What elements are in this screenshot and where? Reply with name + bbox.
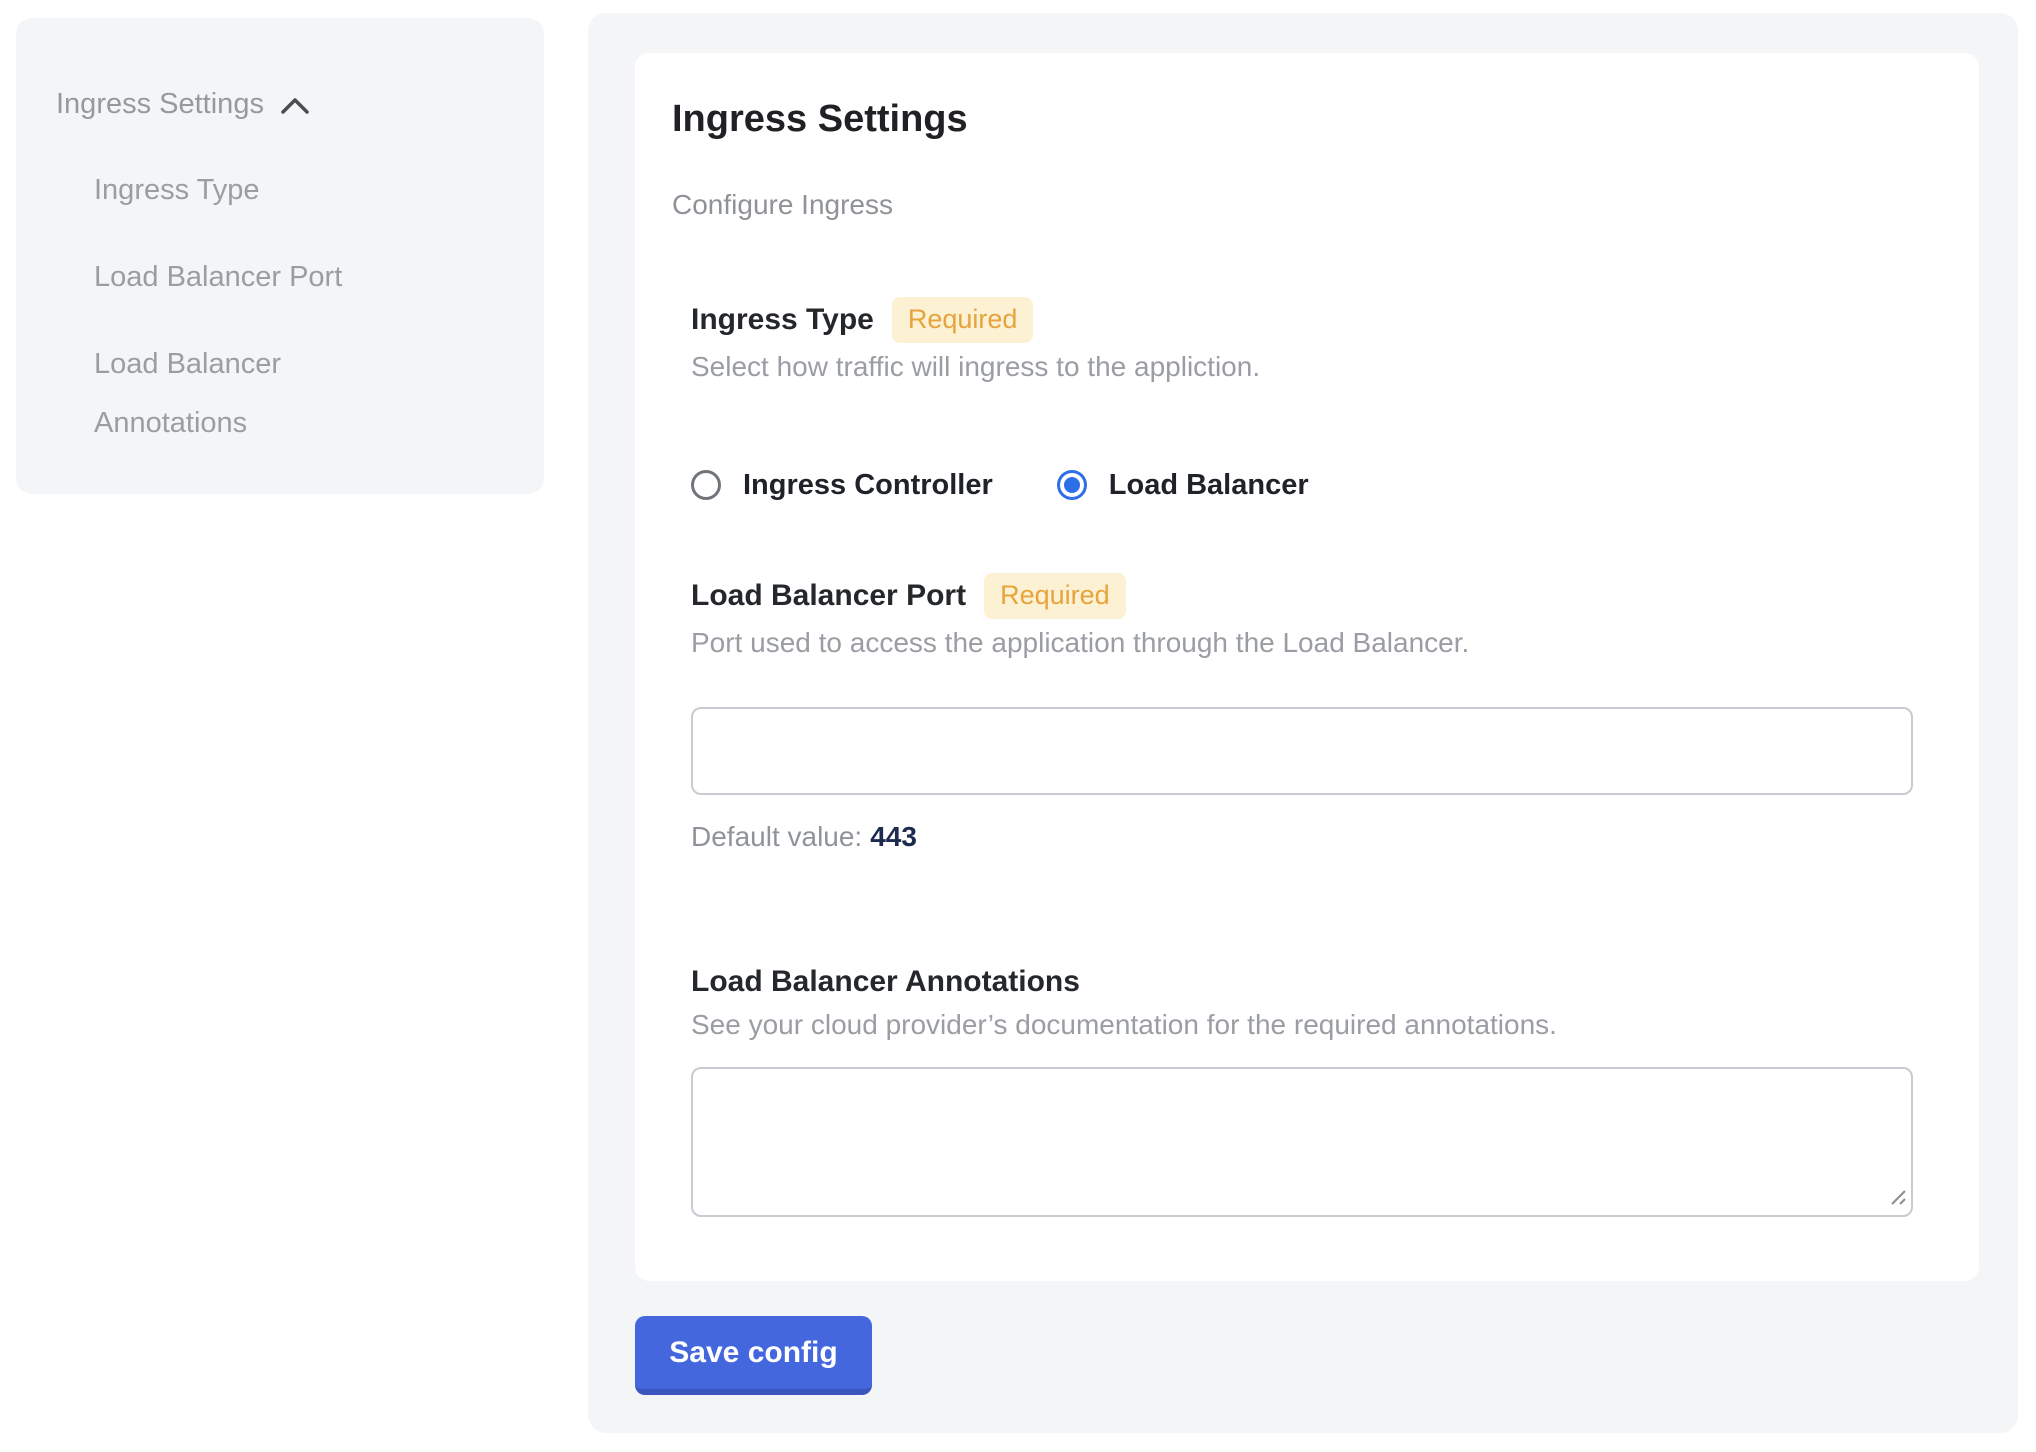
field-load-balancer-port: Load Balancer Port Required Port used to… (691, 573, 1913, 855)
page-subtitle: Configure Ingress (672, 187, 1913, 223)
radio-option-load-balancer[interactable]: Load Balancer (1057, 469, 1309, 502)
default-value-line: Default value: 443 (691, 819, 1913, 855)
sidebar-group-label: Ingress Settings (56, 84, 264, 124)
field-description-load-balancer-port: Port used to access the application thro… (691, 625, 1913, 661)
field-label-load-balancer-annotations: Load Balancer Annotations (691, 963, 1080, 1001)
field-label-load-balancer-port: Load Balancer Port (691, 577, 966, 615)
field-label-row: Load Balancer Port Required (691, 573, 1913, 619)
field-description-load-balancer-annotations: See your cloud provider’s documentation … (691, 1007, 1913, 1043)
radio-label-load-balancer[interactable]: Load Balancer (1109, 469, 1309, 502)
field-label-row: Load Balancer Annotations (691, 963, 1913, 1001)
resize-handle-icon[interactable] (1886, 1185, 1908, 1212)
sidebar-item-load-balancer-annotations[interactable]: Load Balancer Annotations (94, 335, 394, 453)
sidebar-list: Ingress Type Load Balancer Port Load Bal… (94, 161, 504, 453)
field-ingress-type: Ingress Type Required Select how traffic… (691, 297, 1913, 505)
default-value-prefix: Default value: (691, 821, 862, 852)
field-label-row: Ingress Type Required (691, 297, 1913, 343)
save-config-button[interactable]: Save config (635, 1316, 872, 1395)
field-label-ingress-type: Ingress Type (691, 301, 874, 339)
ingress-type-radio-group: Ingress Controller Load Balancer (691, 465, 1913, 505)
radio-unselected-icon[interactable] (691, 470, 721, 500)
default-value: 443 (870, 821, 917, 852)
required-badge: Required (892, 297, 1034, 343)
sidebar-item-load-balancer-port[interactable]: Load Balancer Port (94, 248, 394, 307)
radio-selected-icon[interactable] (1057, 470, 1087, 500)
radio-option-ingress-controller[interactable]: Ingress Controller (691, 469, 993, 502)
annotations-textarea-wrap (691, 1067, 1913, 1217)
page-title: Ingress Settings (672, 95, 1913, 143)
annotations-textarea[interactable] (691, 1067, 1913, 1217)
settings-panel: Ingress Settings Configure Ingress Ingre… (588, 13, 2018, 1433)
sidebar: Ingress Settings Ingress Type Load Balan… (16, 18, 544, 494)
chevron-up-icon[interactable] (280, 96, 310, 116)
settings-card: Ingress Settings Configure Ingress Ingre… (635, 53, 1979, 1281)
required-badge: Required (984, 573, 1126, 619)
field-description-ingress-type: Select how traffic will ingress to the a… (691, 349, 1913, 385)
field-load-balancer-annotations: Load Balancer Annotations See your cloud… (691, 963, 1913, 1217)
radio-label-ingress-controller[interactable]: Ingress Controller (743, 469, 993, 502)
sidebar-item-ingress-type[interactable]: Ingress Type (94, 161, 394, 220)
sidebar-group-ingress-settings[interactable]: Ingress Settings (56, 84, 504, 124)
load-balancer-port-input[interactable] (691, 707, 1913, 795)
